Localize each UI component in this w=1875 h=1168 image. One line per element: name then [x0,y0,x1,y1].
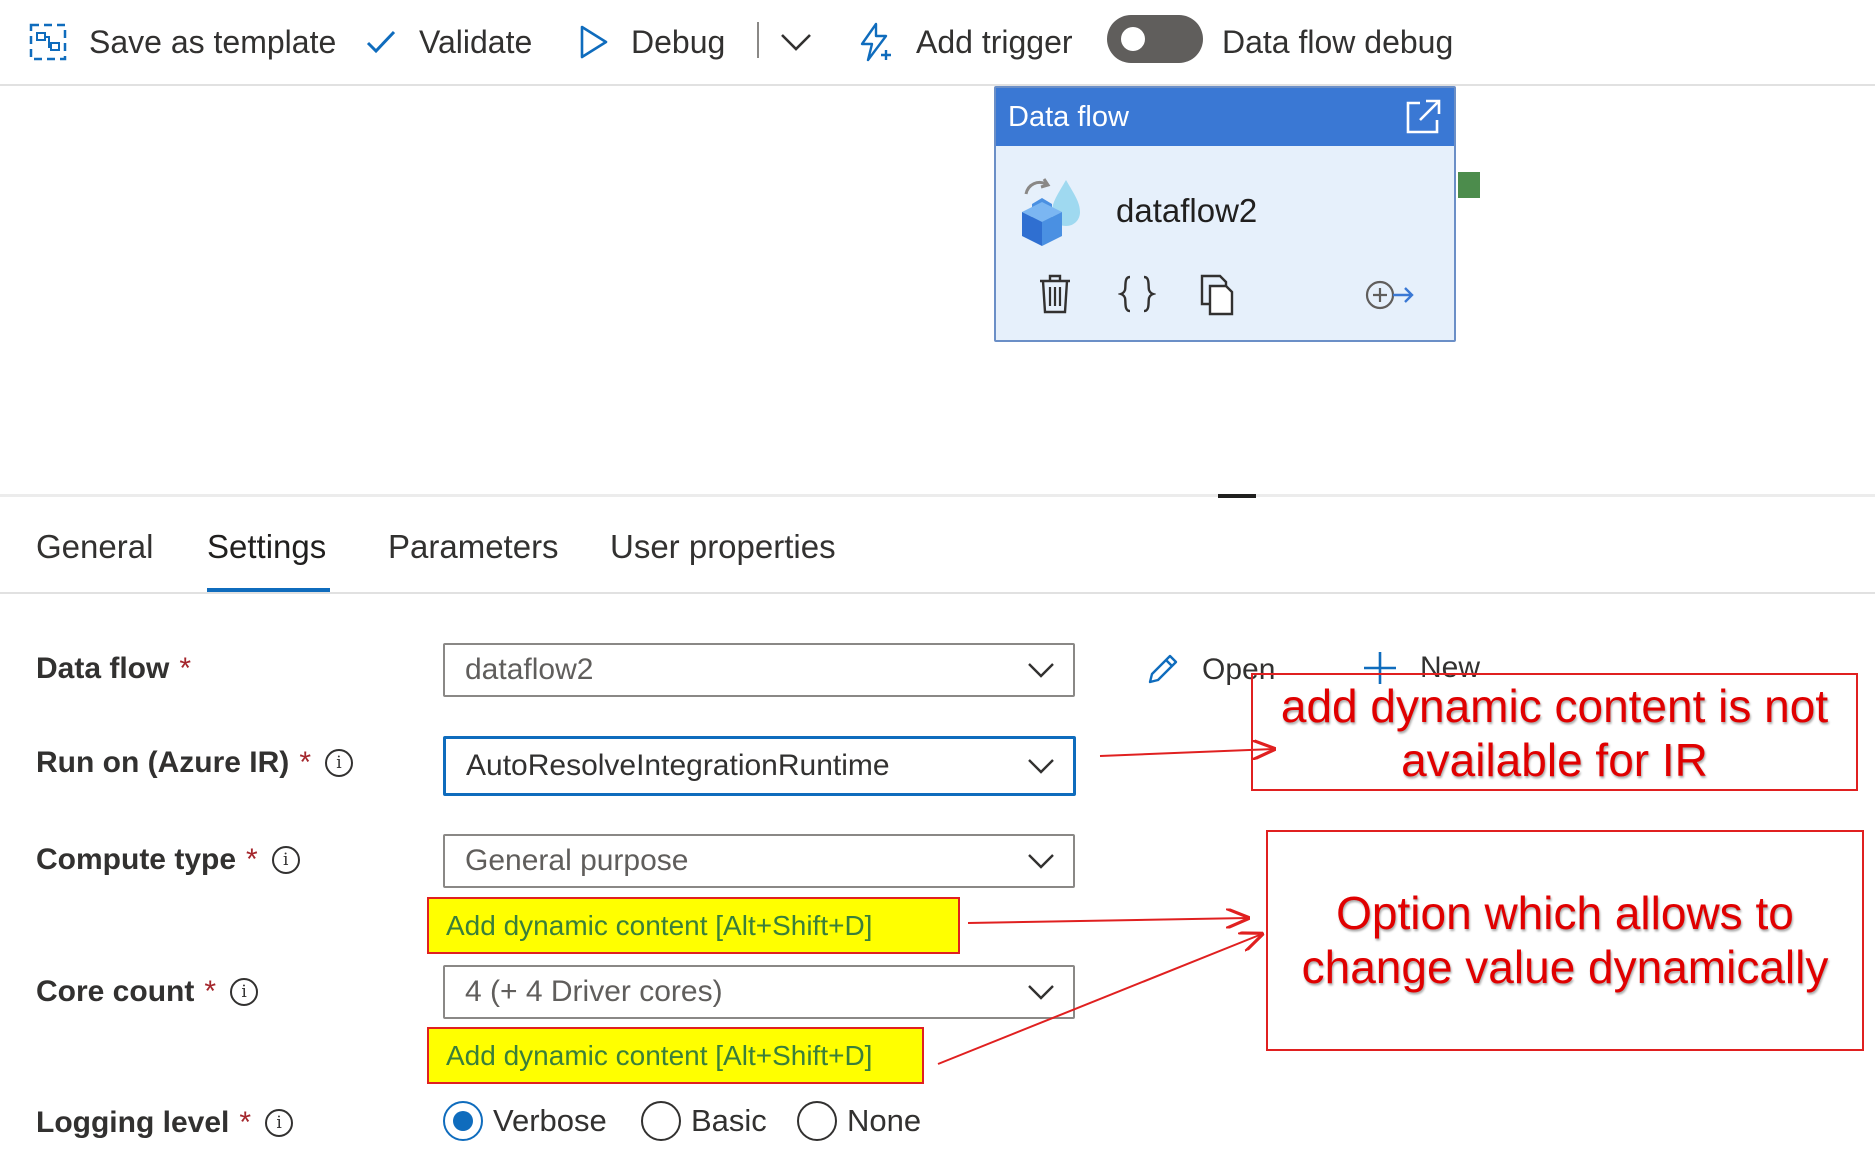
compute-type-label-text: Compute type [36,843,237,876]
compute-type-select[interactable]: General purpose [443,834,1075,888]
dynamic-annotation-callout: Option which allows to change value dyna… [1266,830,1864,1051]
play-icon [580,25,608,59]
data-flow-select[interactable]: dataflow2 [443,643,1075,697]
logging-level-radio-verbose[interactable]: Verbose [443,1101,607,1141]
toolbar-separator [757,22,759,58]
core-count-select-value: 4 (+ 4 Driver cores) [465,975,723,1008]
core-count-select[interactable]: 4 (+ 4 Driver cores) [443,965,1075,1019]
add-trigger-label: Add trigger [916,23,1073,60]
panel-divider [0,494,1875,497]
data-flow-debug-toggle[interactable] [1107,15,1203,63]
checkmark-icon [366,30,396,54]
compute-type-select-value: General purpose [465,844,689,877]
save-as-template-label: Save as template [89,23,337,60]
required-marker: * [246,843,258,876]
required-marker: * [299,746,311,779]
tab-parameters[interactable]: Parameters [388,528,559,566]
radio-label: None [847,1103,922,1138]
radio-label: Verbose [493,1103,607,1138]
template-icon [29,23,67,61]
open-external-icon[interactable] [1404,98,1442,136]
pipeline-canvas[interactable] [0,86,1875,494]
debug-options-dropdown[interactable] [780,0,834,84]
chevron-down-icon [781,34,811,51]
compute-type-field-label: Compute type * i [36,843,300,877]
data-flow-debug-text: Data flow debug [1222,23,1454,60]
required-marker: * [204,975,217,1008]
save-as-template-button[interactable]: Save as template [29,0,336,84]
success-output-port[interactable] [1458,172,1480,198]
lightning-icon [860,22,891,62]
radio-unselected-icon [797,1101,837,1141]
run-on-field-label: Run on (Azure IR) * i [36,746,353,780]
info-icon[interactable]: i [271,846,300,874]
data-flow-field-label: Data flow * [36,652,191,686]
chevron-down-icon [1028,985,1054,1000]
radio-label: Basic [691,1103,767,1138]
ir-annotation-callout: add dynamic content is not available for… [1251,673,1858,791]
tab-general[interactable]: General [36,528,153,566]
logging-level-radio-none[interactable]: None [797,1101,921,1141]
data-flow-activity-card[interactable]: Data flow dataflow2 [994,86,1456,342]
chevron-down-icon [1028,663,1054,678]
data-flow-select-value: dataflow2 [465,653,594,686]
data-flow-label-text: Data flow [36,652,170,685]
tab-user-properties[interactable]: User properties [610,528,836,566]
toolbar: Save as template Validate Debug Add trig… [0,0,1875,86]
logging-level-field-label: Logging level * i [36,1106,294,1140]
copy-icon[interactable] [1198,274,1236,316]
chevron-down-icon [1028,759,1054,774]
activity-name: dataflow2 [1116,192,1258,229]
compute-type-dynamic-content-link[interactable]: Add dynamic content [Alt+Shift+D] [427,897,960,954]
run-on-label-text: Run on (Azure IR) [36,746,290,779]
required-marker: * [179,652,192,685]
data-flow-debug-label: Data flow debug [1222,0,1453,84]
logging-level-radio-basic[interactable]: Basic [641,1101,767,1141]
run-on-ir-select[interactable]: AutoResolveIntegrationRuntime [443,736,1076,796]
code-braces-icon[interactable] [1118,274,1156,314]
run-on-select-value: AutoResolveIntegrationRuntime [466,749,890,782]
validate-button[interactable]: Validate [365,0,532,84]
radio-selected-icon [443,1101,483,1141]
core-count-field-label: Core count * i [36,975,259,1009]
core-count-label-text: Core count [36,975,195,1008]
activity-type-label: Data flow [1008,100,1129,133]
info-icon[interactable]: i [325,749,353,777]
delete-icon[interactable] [1038,274,1072,314]
ir-annotation-arrow [1099,749,1274,756]
info-icon[interactable]: i [230,978,259,1006]
required-marker: * [239,1106,252,1139]
tab-settings[interactable]: Settings [207,528,326,566]
dataflow-activity-icon [1022,178,1080,246]
pencil-icon [1148,654,1178,684]
core-count-dynamic-content-link[interactable]: Add dynamic content [Alt+Shift+D] [427,1027,924,1084]
debug-button[interactable]: Debug [579,0,725,84]
radio-unselected-icon [641,1101,681,1141]
add-output-icon[interactable] [1364,278,1416,312]
add-trigger-button[interactable]: Add trigger [856,0,1073,84]
compute-dynamic-arrow [967,918,1248,923]
logging-level-label-text: Logging level [36,1106,230,1139]
debug-label: Debug [631,23,726,60]
tabs-border [0,592,1875,594]
resize-handle[interactable] [1218,494,1256,498]
info-icon[interactable]: i [265,1109,294,1137]
activity-header: Data flow [996,88,1454,146]
chevron-down-icon [1028,854,1054,869]
validate-label: Validate [419,23,533,60]
